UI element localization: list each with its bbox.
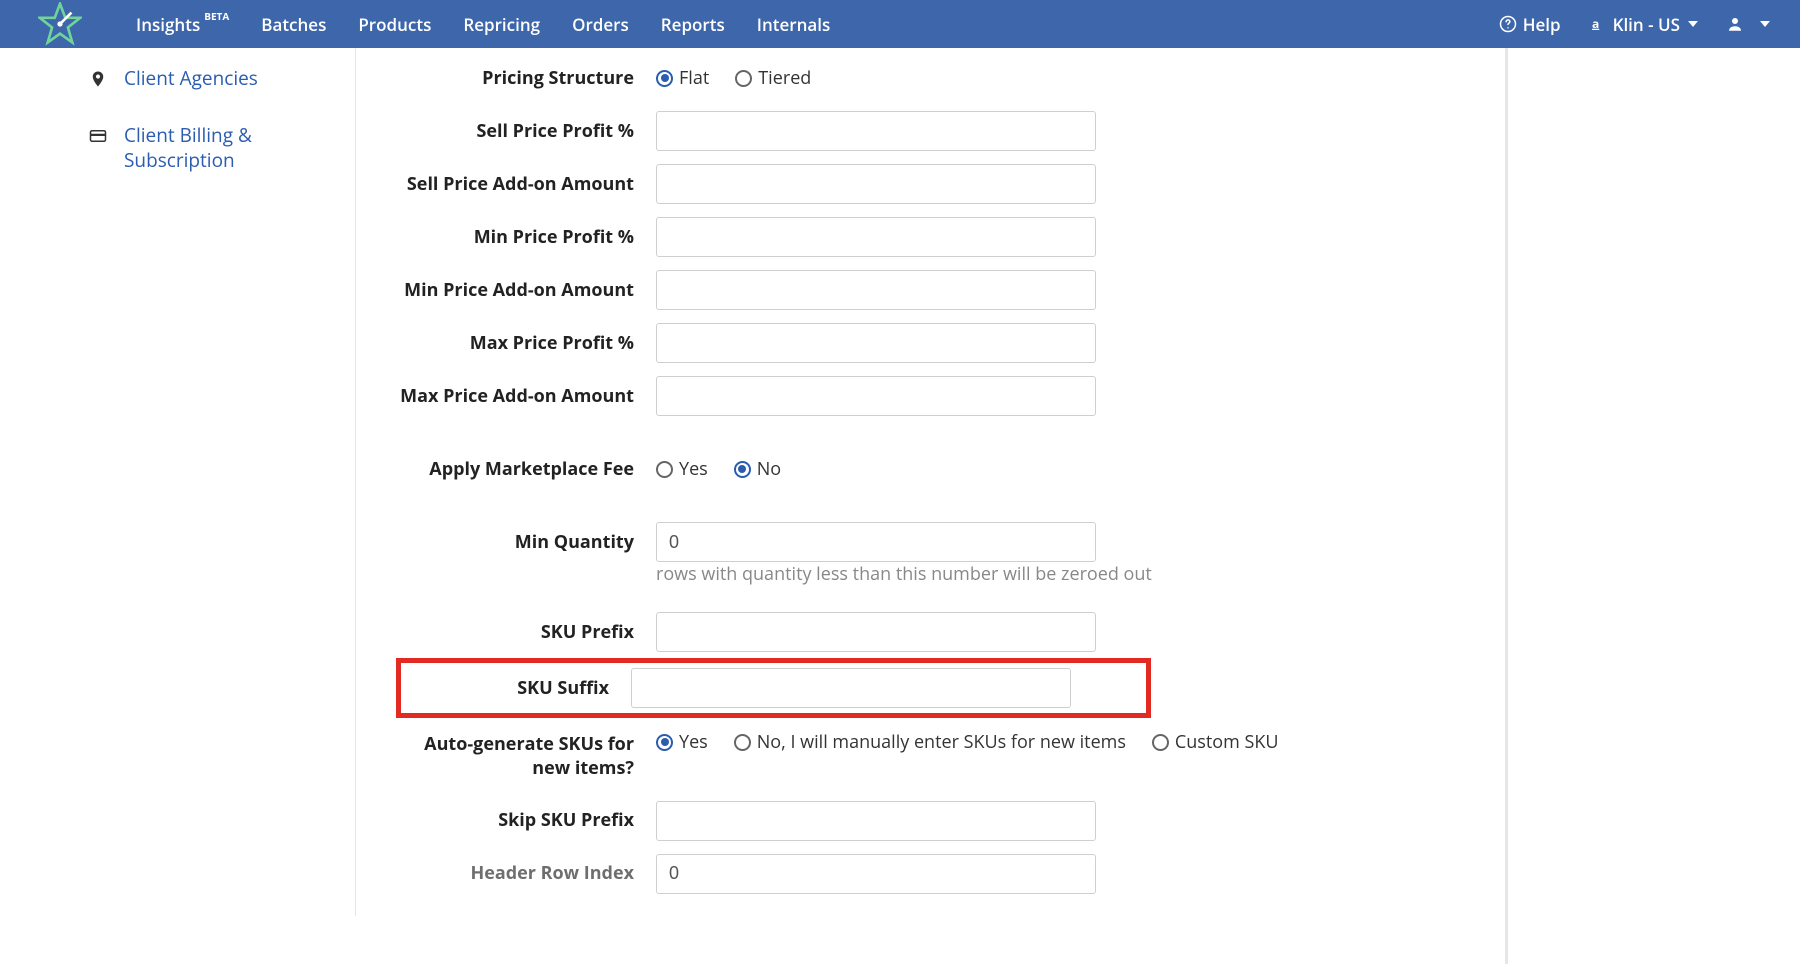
input-sell-addon[interactable]	[656, 164, 1096, 204]
question-circle-icon	[1499, 15, 1517, 33]
map-marker-icon	[88, 70, 108, 93]
input-max-addon[interactable]	[656, 376, 1096, 416]
row-sell-profit: Sell Price Profit %	[396, 111, 1520, 151]
radio-input-autosku-yes[interactable]	[656, 734, 673, 751]
sidebar-item-client-billing[interactable]: Client Billing & Subscription	[88, 123, 327, 172]
help-label: Help	[1523, 13, 1561, 36]
page-body: Client Agencies Client Billing & Subscri…	[0, 48, 1540, 916]
input-sell-profit[interactable]	[656, 111, 1096, 151]
row-min-qty: Min Quantity	[396, 522, 1520, 562]
sidebar-item-client-agencies[interactable]: Client Agencies	[88, 66, 327, 93]
radio-fee-yes[interactable]: Yes	[656, 457, 708, 481]
radio-input-autosku-custom[interactable]	[1152, 734, 1169, 751]
nav-insights[interactable]: Insights BETA	[120, 0, 245, 48]
row-pricing-structure: Pricing Structure Flat Tiered	[396, 58, 1520, 98]
sidebar-label: Client Billing & Subscription	[124, 123, 327, 172]
radio-input-flat[interactable]	[656, 70, 673, 87]
help-min-qty: rows with quantity less than this number…	[656, 562, 1520, 586]
help-link[interactable]: Help	[1499, 13, 1561, 36]
account-dropdown[interactable]: a Klin - US	[1589, 13, 1698, 36]
caret-down-icon	[1688, 21, 1698, 27]
account-label: Klin - US	[1613, 13, 1680, 36]
radio-fee-no[interactable]: No	[734, 457, 781, 481]
app-logo[interactable]	[0, 0, 120, 48]
row-header-row-index: Header Row Index	[396, 854, 1520, 894]
row-auto-sku: Auto-generate SKUs for new items? Yes No…	[396, 730, 1520, 781]
sidebar-label: Client Agencies	[124, 66, 258, 91]
amazon-icon: a	[1589, 15, 1607, 33]
label-pricing-structure: Pricing Structure	[396, 66, 656, 90]
row-max-addon: Max Price Add-on Amount	[396, 376, 1520, 416]
caret-down-icon	[1760, 21, 1770, 27]
nav-label: Insights	[136, 13, 200, 36]
user-icon	[1726, 15, 1744, 33]
radio-input-fee-yes[interactable]	[656, 461, 673, 478]
nav-orders[interactable]: Orders	[556, 0, 645, 48]
input-min-qty[interactable]	[656, 522, 1096, 562]
row-sell-addon: Sell Price Add-on Amount	[396, 164, 1520, 204]
settings-form: Pricing Structure Flat Tiered Sell Price…	[356, 48, 1540, 916]
panel-divider	[1505, 48, 1508, 964]
nav-batches[interactable]: Batches	[245, 0, 342, 48]
top-navbar: Insights BETA Batches Products Repricing…	[0, 0, 1800, 48]
row-max-profit: Max Price Profit %	[396, 323, 1520, 363]
nav-repricing[interactable]: Repricing	[447, 0, 556, 48]
radio-input-autosku-no[interactable]	[734, 734, 751, 751]
radio-flat[interactable]: Flat	[656, 66, 709, 90]
radio-input-fee-no[interactable]	[734, 461, 751, 478]
nav-reports[interactable]: Reports	[645, 0, 741, 48]
input-header-row-index[interactable]	[656, 854, 1096, 894]
radio-autosku-no[interactable]: No, I will manually enter SKUs for new i…	[734, 730, 1126, 754]
input-skip-sku-prefix[interactable]	[656, 801, 1096, 841]
input-sku-suffix[interactable]	[631, 668, 1071, 708]
radio-input-tiered[interactable]	[735, 70, 752, 87]
star-logo-icon	[38, 2, 82, 46]
row-sku-prefix: SKU Prefix	[396, 612, 1520, 652]
row-skip-sku-prefix: Skip SKU Prefix	[396, 801, 1520, 841]
highlighted-sku-suffix: SKU Suffix	[396, 658, 1151, 718]
input-min-profit[interactable]	[656, 217, 1096, 257]
row-apply-fee: Apply Marketplace Fee Yes No	[396, 449, 1520, 489]
nav-products[interactable]: Products	[342, 0, 447, 48]
input-sku-prefix[interactable]	[656, 612, 1096, 652]
radio-autosku-yes[interactable]: Yes	[656, 730, 708, 754]
topbar-right: Help a Klin - US	[1499, 13, 1780, 36]
sidebar: Client Agencies Client Billing & Subscri…	[0, 48, 356, 916]
nav-badge: BETA	[204, 9, 229, 23]
input-min-addon[interactable]	[656, 270, 1096, 310]
nav-internals[interactable]: Internals	[741, 0, 847, 48]
radio-tiered[interactable]: Tiered	[735, 66, 811, 90]
credit-card-icon	[88, 127, 108, 150]
radio-autosku-custom[interactable]: Custom SKU	[1152, 730, 1279, 754]
row-min-profit: Min Price Profit %	[396, 217, 1520, 257]
input-max-profit[interactable]	[656, 323, 1096, 363]
row-min-addon: Min Price Add-on Amount	[396, 270, 1520, 310]
user-menu[interactable]	[1726, 15, 1770, 33]
svg-text:a: a	[1592, 15, 1599, 32]
main-nav: Insights BETA Batches Products Repricing…	[120, 0, 846, 48]
